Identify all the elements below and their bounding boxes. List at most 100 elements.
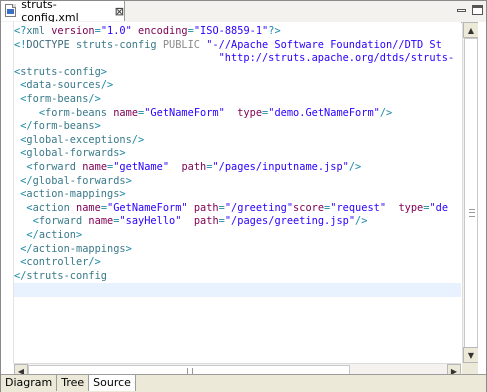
code-token: PUBLIC (162, 38, 201, 51)
overview-ruler (478, 22, 486, 377)
code-token: encoding (138, 25, 188, 37)
code-line[interactable]: <global-exceptions/> (14, 134, 144, 148)
vertical-scroll-thumb[interactable] (464, 38, 478, 348)
scroll-down-icon[interactable]: ▼ (463, 347, 479, 363)
code-token: path (193, 201, 219, 214)
code-line[interactable]: <forward name="sayHello" path="/pages/gr… (14, 215, 368, 229)
code-line[interactable]: <data-sources/> (14, 79, 113, 93)
scroll-up-icon[interactable]: ▲ (463, 22, 479, 38)
code-token: forward (38, 215, 89, 228)
code-token: DOCTYPE (26, 38, 70, 51)
code-token: name (76, 201, 101, 214)
code-line[interactable]: <struts-config> (14, 66, 107, 80)
code-line[interactable]: <form-beans name="GetNameForm" type="dem… (14, 107, 392, 121)
code-token: ?> (268, 25, 281, 37)
editor-page-tabs: Diagram Tree Source (1, 374, 486, 392)
xml-file-icon (4, 4, 17, 18)
code-token: "1.0" (100, 25, 132, 37)
code-token: /> (379, 106, 393, 119)
code-token: "request" (330, 201, 387, 214)
code-token: path (181, 161, 207, 173)
code-token: <? (14, 25, 27, 37)
code-line[interactable]: </form-beans> (14, 120, 101, 134)
code-token: "/pages/greeting.jsp" (224, 215, 356, 228)
vertical-ruler (1, 22, 14, 364)
code-token: </ (20, 174, 33, 187)
code-token: "demo.GetNameForm" (268, 106, 380, 119)
code-token: action (32, 201, 77, 214)
vertical-scrollbar[interactable]: ▲ ▼ (462, 22, 479, 363)
minimize-icon[interactable] (455, 4, 468, 17)
code-token: /> (131, 133, 145, 146)
code-line[interactable]: </action-mappings> (14, 243, 132, 257)
code-token: global-forwards (26, 147, 120, 160)
code-token: "/greeting" (224, 201, 294, 214)
maximize-icon[interactable] (471, 4, 484, 17)
editor-tab-label: struts-config.xml (21, 0, 79, 24)
code-token: "GetNameForm" (107, 201, 188, 214)
code-token: </ (20, 242, 33, 255)
code-token: <! (14, 38, 27, 51)
code-line[interactable]: </action> (14, 229, 82, 243)
code-line[interactable]: <action-mappings> (14, 188, 126, 202)
code-token: "ISO-8859-1" (193, 25, 269, 37)
code-token: > (100, 65, 107, 78)
code-token: > (119, 188, 126, 201)
code-token: /> (88, 256, 101, 269)
code-token: </ (14, 269, 27, 282)
code-line[interactable]: </global-forwards> (14, 175, 132, 189)
code-token: type (237, 106, 263, 119)
window-controls (455, 4, 484, 17)
code-token: "GetNameForm" (144, 106, 225, 119)
code-token: score (293, 201, 325, 214)
code-token: name (88, 215, 114, 228)
code-token: </ (26, 229, 39, 241)
source-editor[interactable]: <?xml version="1.0" encoding="ISO-8859-1… (14, 22, 461, 364)
code-token: > (125, 174, 132, 187)
code-token: struts-config (69, 38, 163, 51)
code-token: forward (32, 161, 83, 173)
editor-window: struts-config.xml ⊠ <?xml version="1.0" … (0, 0, 487, 392)
code-token: form-beans (32, 120, 95, 133)
code-token: "-//Apache Software Foundation//DTD St (206, 38, 442, 51)
code-token: path (193, 215, 219, 228)
code-token: version (51, 25, 95, 37)
code-line[interactable]: <controller/> (14, 256, 101, 270)
code-token: struts-config (20, 65, 101, 78)
tab-diagram[interactable]: Diagram (1, 375, 58, 391)
code-line[interactable]: "http://struts.apache.org/dtds/struts- (14, 52, 455, 66)
code-token: name (82, 161, 108, 173)
code-line[interactable]: </struts-config (14, 270, 107, 284)
code-token: > (119, 147, 126, 160)
code-token: > (76, 229, 83, 241)
tab-source[interactable]: Source (89, 375, 136, 391)
code-token: /> (100, 79, 114, 92)
code-token: /> (355, 215, 368, 228)
code-line[interactable]: <global-forwards> (14, 147, 126, 161)
code-token: /> (348, 161, 362, 173)
code-token: "getName" (113, 161, 170, 173)
code-token: action-mappings (26, 188, 120, 201)
code-line[interactable]: <?xml version="1.0" encoding="ISO-8859-1… (14, 25, 281, 39)
current-line-highlight (14, 283, 461, 297)
code-token: name (113, 106, 139, 119)
code-token: > (125, 242, 132, 255)
code-token: </ (20, 120, 33, 133)
code-line[interactable]: <action name="GetNameForm" path="/greeti… (14, 202, 448, 216)
editor-tab-struts-config[interactable]: struts-config.xml ⊠ (1, 0, 125, 24)
code-line[interactable]: <!DOCTYPE struts-config PUBLIC "-//Apach… (14, 39, 442, 53)
close-tab-icon[interactable]: ⊠ (115, 6, 124, 17)
code-line[interactable]: <form-beans/> (14, 93, 101, 107)
code-line[interactable]: <forward name="getName" path="/pages/inp… (14, 161, 361, 175)
code-token: form-beans (26, 93, 89, 105)
tab-tree[interactable]: Tree (57, 375, 90, 391)
